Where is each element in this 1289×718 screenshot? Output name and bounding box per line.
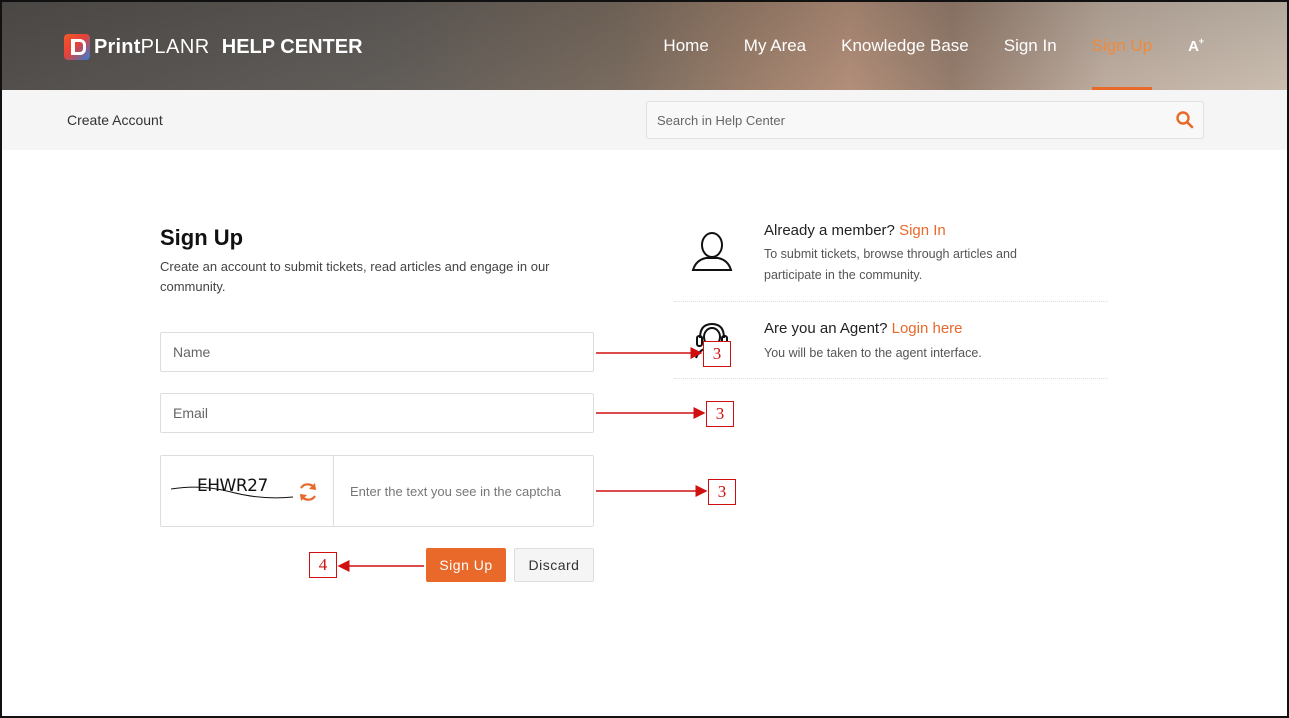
annotation-label: 3 xyxy=(706,401,734,427)
annotation-label: 3 xyxy=(703,341,731,367)
annotation-label: 4 xyxy=(309,552,337,578)
annotation-label: 3 xyxy=(708,479,736,505)
annotation-arrows xyxy=(337,347,708,572)
